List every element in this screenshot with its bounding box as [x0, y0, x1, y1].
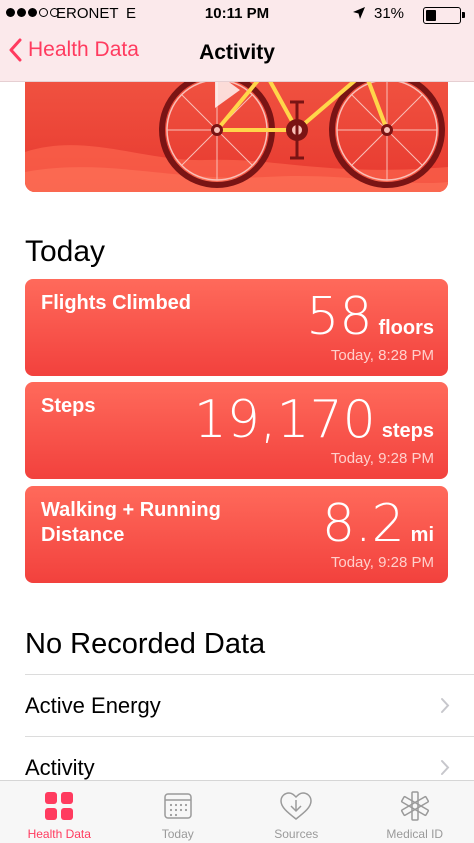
card-value-group: 19,170 steps [194, 390, 434, 450]
grid-icon [45, 792, 74, 820]
tab-label: Health Data [27, 827, 91, 841]
tab-label: Today [161, 827, 194, 841]
card-value: 58 [306, 287, 373, 347]
scroll-content[interactable]: Today Flights Climbed 58 floors Today, 8… [0, 82, 474, 780]
download-heart-icon [280, 792, 313, 820]
tab-health-data[interactable]: Health Data [0, 781, 119, 843]
no-data-list: Active Energy Activity [25, 674, 474, 780]
card-timestamp: Today, 9:28 PM [330, 554, 434, 571]
tab-today[interactable]: Today [119, 781, 238, 843]
battery-icon [423, 7, 465, 24]
tab-bar: Health Data Today Sources Medical ID [0, 780, 474, 843]
tab-label: Medical ID [386, 827, 444, 841]
card-value-group: 8.2 mi [322, 494, 434, 554]
data-card-walking-running-distance[interactable]: Walking + Running Distance 8.2 mi Today,… [25, 486, 448, 583]
chevron-right-icon [441, 760, 450, 775]
list-item-activity[interactable]: Activity [25, 736, 474, 780]
status-bar: ERONET E 10:11 PM 31% [0, 0, 474, 30]
location-arrow-icon [352, 6, 366, 24]
data-card-flights-climbed[interactable]: Flights Climbed 58 floors Today, 8:28 PM [25, 279, 448, 376]
chevron-right-icon [441, 698, 450, 713]
card-unit: steps [381, 420, 434, 442]
page-title: Activity [199, 41, 275, 64]
card-value: 8.2 [321, 494, 405, 554]
card-value-group: 58 floors [306, 287, 434, 347]
battery-percent: 31% [374, 5, 405, 22]
card-label: Flights Climbed [41, 292, 191, 314]
list-item-label: Activity [25, 755, 95, 780]
card-unit: mi [410, 524, 434, 546]
card-unit: floors [378, 317, 434, 339]
data-card-steps[interactable]: Steps 19,170 steps Today, 9:28 PM [25, 382, 448, 479]
tab-medical-id[interactable]: Medical ID [356, 781, 474, 843]
header: ERONET E 10:11 PM 31% Health Data Activi… [0, 0, 474, 82]
tab-label: Sources [274, 827, 319, 841]
calendar-icon [164, 793, 192, 819]
list-item-active-energy[interactable]: Active Energy [25, 674, 474, 736]
card-label: Walking + Running Distance [41, 499, 221, 546]
section-title-no-recorded-data: No Recorded Data [25, 628, 266, 660]
card-timestamp: Today, 8:28 PM [330, 347, 434, 364]
card-label: Steps [41, 395, 96, 417]
list-item-label: Active Energy [25, 693, 161, 718]
activity-banner-image [25, 82, 448, 192]
navigation-bar: Health Data Activity [0, 30, 474, 82]
medical-star-icon [400, 791, 429, 821]
section-title-today: Today [25, 235, 106, 268]
card-value: 19,170 [193, 390, 376, 450]
card-timestamp: Today, 9:28 PM [330, 450, 434, 467]
tab-sources[interactable]: Sources [237, 781, 356, 843]
